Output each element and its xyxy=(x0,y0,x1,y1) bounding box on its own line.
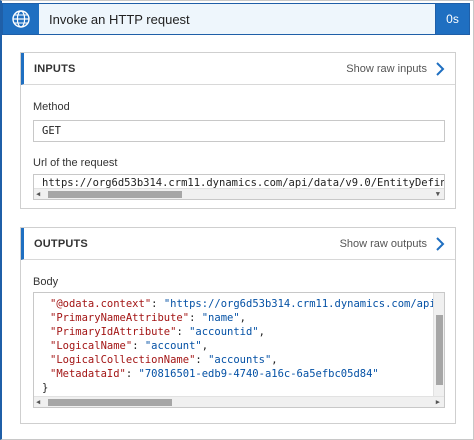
json-end: , xyxy=(201,340,209,352)
body-json: "@odata.context": "https://org6d53b314.c… xyxy=(42,297,445,395)
json-value: "name" xyxy=(201,312,240,324)
json-line: "PrimaryNameAttribute": "name", xyxy=(42,311,444,325)
json-sep: : xyxy=(151,298,164,310)
json-key: "LogicalName" xyxy=(50,340,133,352)
url-horizontal-scrollbar[interactable]: ◀ ▼ xyxy=(34,188,444,199)
chevron-right-icon xyxy=(436,61,445,76)
json-key: "MetadataId" xyxy=(50,368,126,380)
method-value: GET xyxy=(42,125,61,137)
json-sep: : xyxy=(125,368,139,380)
body-field[interactable]: "@odata.context": "https://org6d53b314.c… xyxy=(33,292,445,408)
show-raw-outputs-link[interactable]: Show raw outputs xyxy=(339,236,445,251)
json-end: , xyxy=(258,326,265,338)
body-hscroll-thumb[interactable] xyxy=(48,399,172,406)
globe-icon xyxy=(12,10,30,28)
json-sep: : xyxy=(176,326,190,338)
json-key: "@odata.context" xyxy=(50,298,152,310)
inputs-panel: INPUTS Show raw inputs Method GET Url of… xyxy=(20,52,456,209)
json-line: "LogicalName": "account", xyxy=(42,339,444,353)
body-horizontal-scrollbar[interactable]: ◀ ▶ xyxy=(34,396,444,407)
json-value: "70816501-edb9-4740-a16c-6a5efbc05d84" xyxy=(138,368,379,380)
json-value: "account" xyxy=(144,340,202,352)
inputs-title: INPUTS xyxy=(34,62,76,75)
scroll-left-icon[interactable]: ◀ xyxy=(36,397,40,407)
url-label: Url of the request xyxy=(33,157,118,169)
action-icon-box xyxy=(3,4,39,34)
action-header[interactable]: Invoke an HTTP request 0s xyxy=(2,3,470,35)
json-value: "https://org6d53b314.crm11.dynamics.com/… xyxy=(163,298,445,310)
duration-badge: 0s xyxy=(435,4,469,34)
json-key: "PrimaryIdAttribute" xyxy=(50,326,177,338)
method-label: Method xyxy=(33,101,70,113)
chevron-right-icon xyxy=(436,236,445,251)
json-line: "PrimaryIdAttribute": "accountid", xyxy=(42,325,444,339)
action-title: Invoke an HTTP request xyxy=(49,11,190,27)
json-value: "accounts" xyxy=(208,354,272,366)
json-key: "LogicalCollectionName" xyxy=(50,354,196,366)
json-end: , xyxy=(271,354,278,366)
json-end: , xyxy=(239,312,246,324)
show-raw-inputs-link[interactable]: Show raw inputs xyxy=(346,61,445,76)
json-sep: : xyxy=(195,354,209,366)
json-line: "MetadataId": "70816501-edb9-4740-a16c-6… xyxy=(42,367,444,381)
json-key: "PrimaryNameAttribute" xyxy=(50,312,190,324)
json-sep: : xyxy=(189,312,202,324)
url-scroll-thumb[interactable] xyxy=(48,191,182,198)
body-vertical-scrollbar[interactable] xyxy=(433,293,444,396)
json-close-brace: } xyxy=(42,382,49,394)
json-line: "@odata.context": "https://org6d53b314.c… xyxy=(42,297,445,311)
body-label: Body xyxy=(33,276,59,288)
url-field[interactable]: https://org6d53b314.crm11.dynamics.com/a… xyxy=(33,174,445,200)
outputs-header: OUTPUTS Show raw outputs xyxy=(21,228,455,260)
outputs-title: OUTPUTS xyxy=(34,237,88,250)
body-vscroll-thumb[interactable] xyxy=(436,315,443,385)
show-raw-outputs-label: Show raw outputs xyxy=(339,237,427,250)
json-line: "LogicalCollectionName": "accounts", xyxy=(42,353,444,367)
show-raw-inputs-label: Show raw inputs xyxy=(346,62,427,75)
method-field[interactable]: GET xyxy=(33,120,445,142)
outputs-panel: OUTPUTS Show raw outputs Body "@odata.co… xyxy=(20,227,456,424)
inputs-header: INPUTS Show raw inputs xyxy=(21,53,455,85)
json-sep: : xyxy=(132,340,145,352)
scroll-right-icon[interactable]: ▶ xyxy=(436,397,440,407)
json-value: "accountid" xyxy=(189,326,259,338)
scroll-left-icon[interactable]: ◀ xyxy=(36,189,40,199)
chevron-down-icon[interactable]: ▼ xyxy=(436,189,440,199)
